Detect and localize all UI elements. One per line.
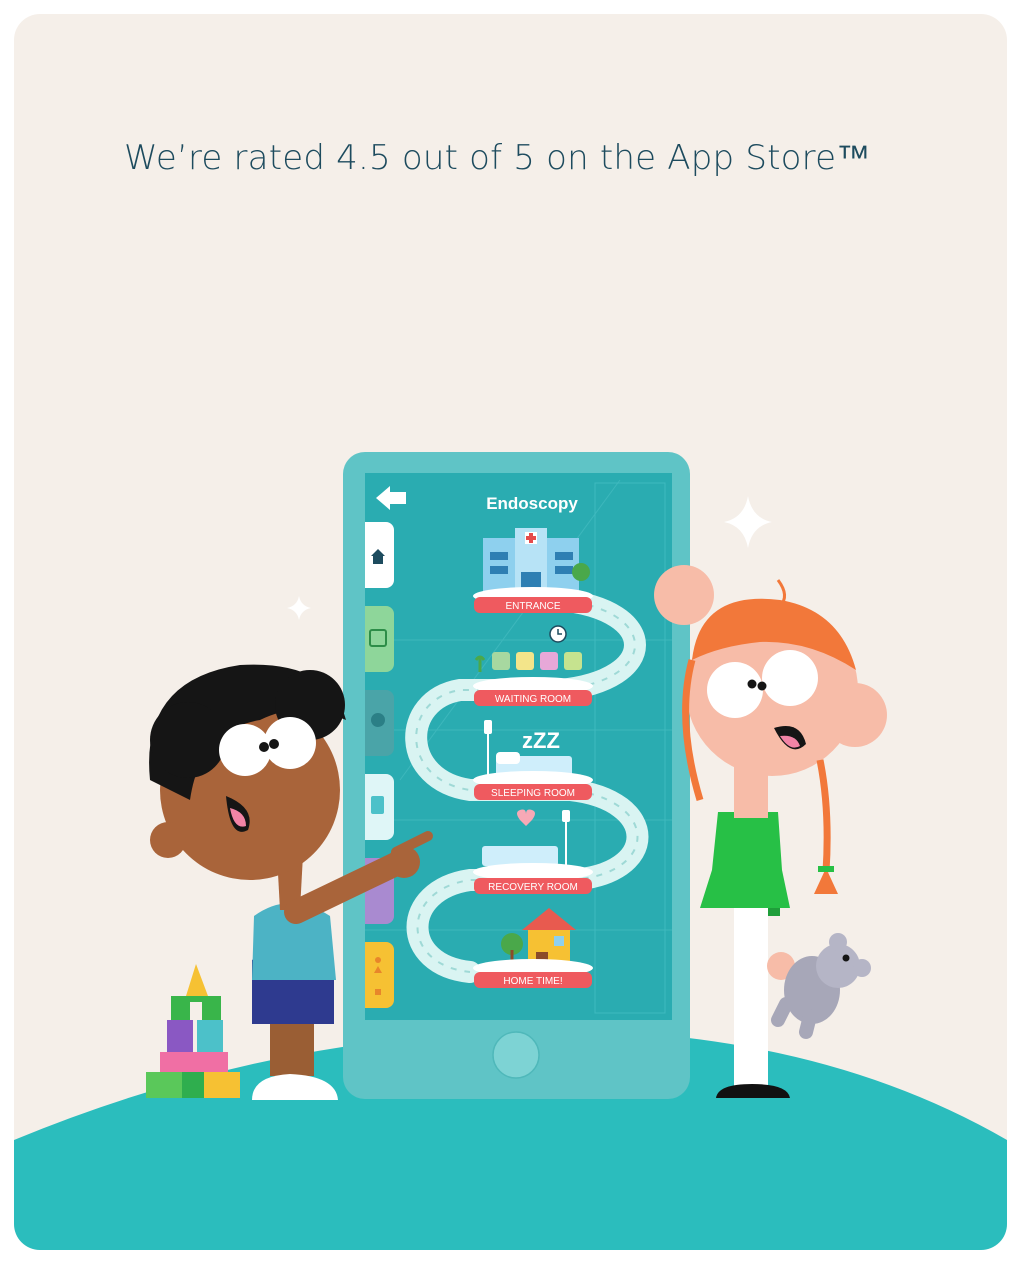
stop-waiting-room[interactable]: WAITING ROOM — [473, 677, 593, 706]
shapes-icon — [375, 957, 381, 963]
stop-sleeping-room[interactable]: SLEEPING ROOM — [473, 771, 593, 800]
sparkle-icon — [724, 496, 772, 548]
svg-text:zZZ: zZZ — [522, 728, 560, 753]
home-button[interactable] — [492, 1031, 540, 1079]
stop-home-time[interactable]: HOME TIME! — [473, 959, 593, 988]
screen-title: Endoscopy — [486, 494, 578, 513]
toy-blocks — [146, 964, 240, 1098]
stop-label: SLEEPING ROOM — [491, 788, 575, 799]
teddy-bear — [771, 933, 871, 1039]
sparkle-icon — [287, 596, 311, 620]
illustration: zZZ ENTRANCE WAITING ROOM SLEEPING ROOM … — [14, 452, 1007, 1250]
stop-label: ENTRANCE — [505, 601, 560, 612]
stop-recovery-room[interactable]: RECOVERY ROOM — [473, 863, 593, 894]
stop-entrance[interactable]: ENTRANCE — [473, 587, 593, 613]
document-icon — [371, 796, 384, 814]
map-pin-icon — [371, 713, 385, 727]
stop-label: WAITING ROOM — [495, 694, 571, 705]
stop-label: RECOVERY ROOM — [488, 882, 578, 893]
stop-label: HOME TIME! — [503, 976, 562, 987]
